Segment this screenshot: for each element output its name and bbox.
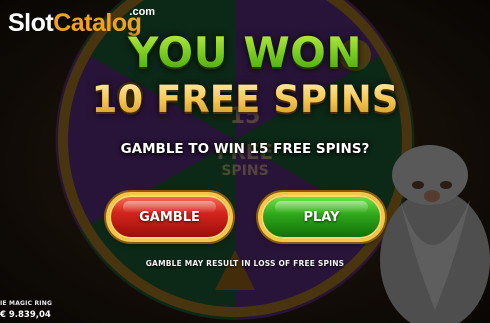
game-name-label: IE MAGIC RING bbox=[0, 300, 53, 307]
gamble-warning: GAMBLE MAY RESULT IN LOSS OF FREE SPINS bbox=[145, 259, 345, 268]
headline-you-won: YOU WON bbox=[0, 28, 490, 78]
award-free-spins: 10 FREE SPINS bbox=[0, 78, 490, 122]
gamble-button-label: GAMBLE bbox=[139, 209, 200, 225]
gamble-prompt: GAMBLE TO WIN 15 FREE SPINS? bbox=[120, 141, 370, 157]
play-button-label: PLAY bbox=[303, 209, 340, 225]
gamble-button[interactable]: GAMBLE bbox=[109, 195, 230, 239]
play-button[interactable]: PLAY bbox=[261, 195, 382, 239]
balance-display: € 9.839,04 bbox=[0, 310, 51, 320]
logo-suffix: .com bbox=[129, 6, 156, 18]
game-screen: 15 FREE SPINS SlotCatalog .com YOU WON 1… bbox=[0, 0, 490, 323]
